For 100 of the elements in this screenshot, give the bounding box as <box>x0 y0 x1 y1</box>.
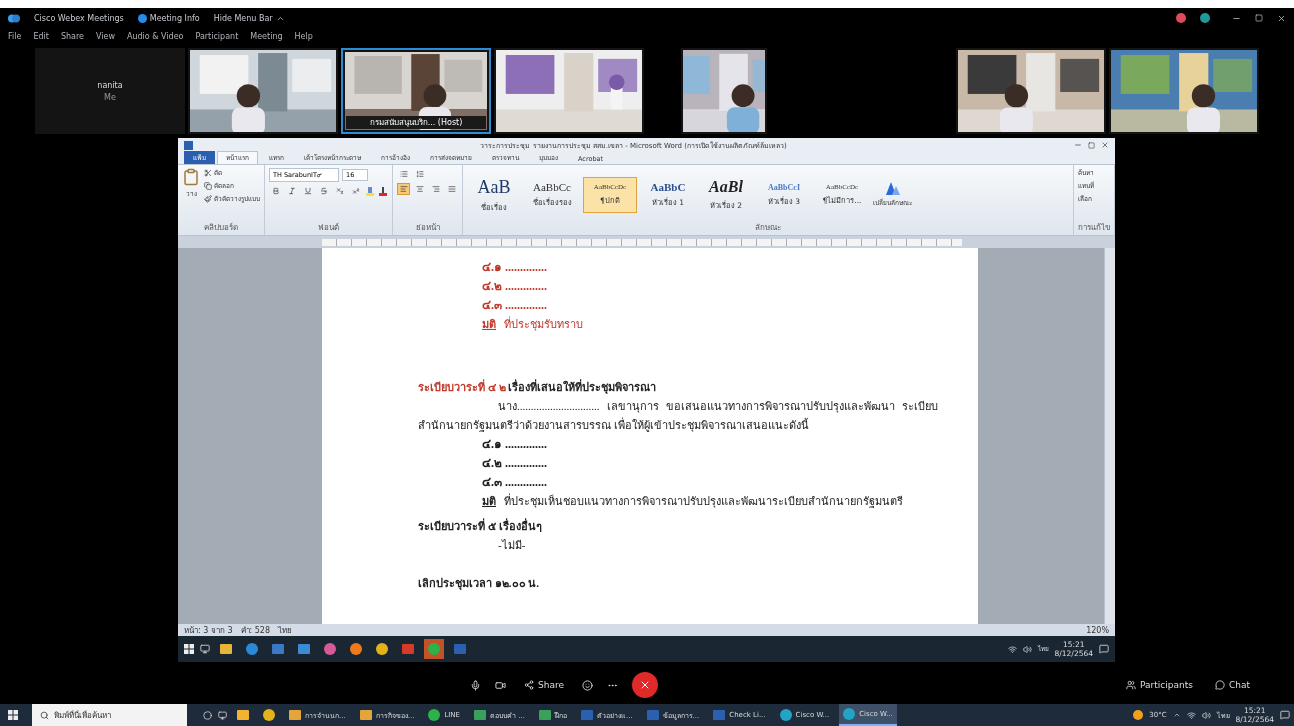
app-circle-icon <box>246 643 258 655</box>
share-button[interactable]: Share <box>520 678 568 692</box>
search-icon <box>40 710 49 720</box>
maximize-icon[interactable] <box>1088 141 1095 149</box>
status-text: คำ: 528 <box>240 624 271 637</box>
align-button[interactable] <box>429 183 442 195</box>
app-tile-icon <box>220 643 232 655</box>
menu-item[interactable]: Audio & Video <box>126 31 184 41</box>
change-styles-icon[interactable] <box>884 181 901 195</box>
brush-icon <box>204 195 212 203</box>
status-text: ไทย <box>278 624 293 637</box>
weather-icon <box>1133 710 1144 720</box>
resolution-text: มติ ที่ประชุมเห็นชอบแนวทางการพิจารณาปรับปรุงและพัฒนาระเบียบสำนักนายกรัฐมนตรี <box>482 495 903 507</box>
style-sample: AaBbCcI <box>768 182 800 192</box>
end-call-button[interactable] <box>632 672 658 698</box>
people-icon <box>1126 680 1137 690</box>
notification-icon[interactable] <box>1280 710 1290 720</box>
app-tile-icon <box>454 643 466 655</box>
hide-menu-bar-link[interactable]: Hide Menu Bar <box>213 13 273 23</box>
font-color-icon[interactable] <box>378 186 388 196</box>
style-sample: AaB <box>477 176 511 198</box>
style-sample: AaBbCc <box>533 181 571 193</box>
style-sample: AaBl <box>709 178 743 196</box>
participant-name: nanita <box>97 80 123 90</box>
cortana-icon[interactable] <box>203 710 212 720</box>
volume-icon <box>1022 644 1032 654</box>
info-icon <box>137 13 147 23</box>
folder-icon <box>359 709 372 721</box>
search-field[interactable]: พิมพ์ที่นี่เพื่อค้นหา <box>32 704 187 726</box>
close-icon[interactable] <box>1277 13 1286 23</box>
webex-logo-icon <box>8 13 20 23</box>
task-view-icon[interactable] <box>218 710 227 720</box>
menu-item[interactable]: View <box>96 31 115 41</box>
agenda-heading: ระเบียบวาระที่ ๔ ๒ เรื่องที่เสนอให้ที่ประชุมพิจารณา <box>418 378 658 396</box>
notification-icon[interactable] <box>1099 644 1109 654</box>
participant-name: กรมสนับสนุนบริก... (Host) <box>346 116 486 129</box>
status-icon[interactable] <box>1200 13 1210 23</box>
group-label: ลักษณะ <box>754 222 782 234</box>
app-circle-icon <box>263 709 275 721</box>
list-item-text: ๔.๒ .............. <box>482 456 547 470</box>
status-text: หน้า: 3 จาก 3 <box>184 624 233 637</box>
network-icon <box>1186 710 1196 720</box>
align-button[interactable] <box>445 183 458 195</box>
close-icon <box>639 679 651 691</box>
app-circle-icon <box>428 709 441 721</box>
chat-button[interactable]: Chat <box>1210 678 1254 692</box>
app-tile-icon <box>298 643 310 655</box>
app-circle-icon <box>428 643 440 655</box>
app-tile-icon <box>272 643 284 655</box>
menu-item[interactable]: Share <box>60 31 84 41</box>
meeting-info-link[interactable]: Meeting Info <box>149 13 200 23</box>
list-item-text: ๔.๓ .............. <box>482 475 547 489</box>
paragraph-text: นาง.............................. เลขานุการ ขอเสนอแนวทางการพิจารณาปรับปรุงและพัฒนา ระเบียบสำนักนายกรัฐมนตรีว่าด้วยงานสารบรรณ เพื่อให้ผู้เข้าประชุมพิจารณาเสนอแนะดังนี้ <box>418 399 938 434</box>
smiley-icon[interactable] <box>582 679 593 691</box>
app-tile-icon <box>580 709 593 721</box>
record-icon[interactable] <box>1176 13 1186 23</box>
menu-item[interactable]: Participant <box>195 31 239 41</box>
app-circle-icon <box>376 643 388 655</box>
app-circle-icon <box>779 709 792 721</box>
app-tile-icon <box>538 709 551 721</box>
bullets-icon[interactable] <box>397 168 410 180</box>
folder-icon <box>289 709 301 721</box>
app-tile-icon <box>713 709 726 721</box>
app-tile-icon <box>646 709 659 721</box>
windows-icon[interactable] <box>184 644 194 654</box>
paste-icon[interactable] <box>182 168 200 186</box>
video-camera-icon[interactable] <box>495 679 506 691</box>
body-text: -ไม่มี- <box>497 538 527 553</box>
app-title: Cisco Webex Meetings <box>34 13 124 23</box>
resolution-text: มติ ที่ประชุมรับทราบ <box>482 318 583 330</box>
menu-item[interactable]: Edit <box>33 31 49 41</box>
list-item-text: ๔.๑ .............. <box>482 437 547 451</box>
app-circle-icon <box>350 643 362 655</box>
app-tile-icon <box>402 643 414 655</box>
app-circle-icon <box>843 708 856 720</box>
network-icon <box>1007 644 1017 654</box>
app-circle-icon <box>324 643 336 655</box>
menu-item[interactable]: Help <box>294 31 313 41</box>
group-label: คลิปบอร์ด <box>203 222 239 234</box>
participant-label: Me <box>104 92 116 102</box>
word-logo-icon <box>184 140 193 150</box>
close-icon[interactable] <box>1101 141 1109 149</box>
microphone-icon[interactable] <box>470 679 481 691</box>
app-tile-icon <box>237 709 249 721</box>
menu-item[interactable]: File <box>8 31 22 41</box>
task-view-icon[interactable] <box>200 644 210 654</box>
group-label: การแก้ไข <box>1078 222 1110 234</box>
video-tile[interactable]: กรมสนับสนุนบริก... (Host) <box>341 48 491 134</box>
participants-button[interactable]: Participants <box>1122 678 1197 692</box>
windows-icon[interactable] <box>8 710 18 720</box>
list-item-text: ๔.๓ .............. <box>482 298 547 312</box>
app-tile-icon <box>474 709 486 721</box>
copy-icon <box>204 182 212 190</box>
align-button[interactable] <box>397 183 410 195</box>
video-tile[interactable]: nanita Me <box>35 48 185 134</box>
chevron-up-icon[interactable] <box>1172 711 1181 719</box>
menu-item[interactable]: Meeting <box>250 31 283 41</box>
list-item-text: ๔.๑ .............. <box>482 260 547 274</box>
list-item-text: ๔.๒ .............. <box>482 279 547 293</box>
align-button[interactable] <box>413 183 426 195</box>
